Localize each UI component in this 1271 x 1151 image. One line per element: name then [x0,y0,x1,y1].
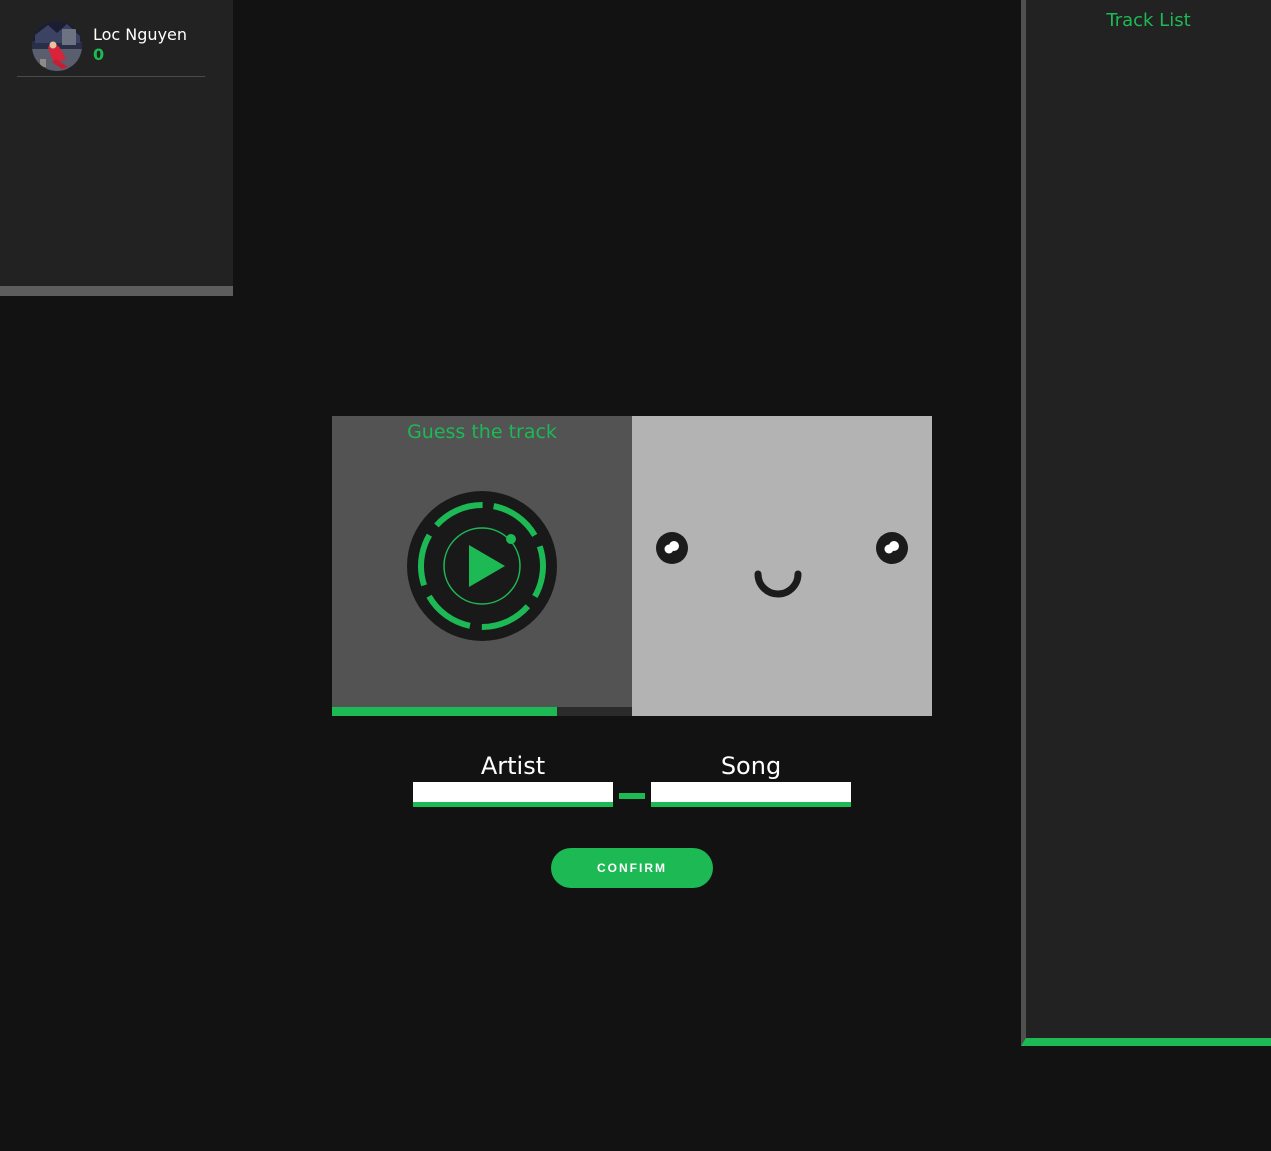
face-mascot-icon [656,532,908,598]
eye-icon [876,532,908,564]
game-screen: Loc Nguyen 0 Track List Guess the track [0,0,1271,1151]
artist-input[interactable] [413,782,613,807]
track-list-panel: Track List [1021,0,1271,1046]
play-icon [407,491,557,641]
player-score: 0 [93,45,105,64]
confirm-button[interactable]: CONFIRM [551,848,713,888]
track-progress-bar [332,707,632,716]
smile-icon [754,570,802,598]
eye-icon [656,532,688,564]
track-progress-fill [332,707,557,716]
artist-song-separator [619,793,645,799]
game-card: Guess the track [332,416,932,716]
play-button[interactable] [407,491,557,641]
player-card: Loc Nguyen 0 [17,0,205,77]
avatar-image [32,21,82,71]
track-list-title: Track List [1106,10,1191,31]
artist-label: Artist [480,752,546,780]
guess-title: Guess the track [407,421,557,443]
player-avatar [32,21,82,71]
mascot-panel [632,416,932,716]
player-name: Loc Nguyen [93,25,188,44]
song-input[interactable] [651,782,851,807]
song-label: Song [720,752,782,780]
players-panel: Loc Nguyen 0 [0,0,233,296]
guess-panel: Guess the track [332,416,632,716]
